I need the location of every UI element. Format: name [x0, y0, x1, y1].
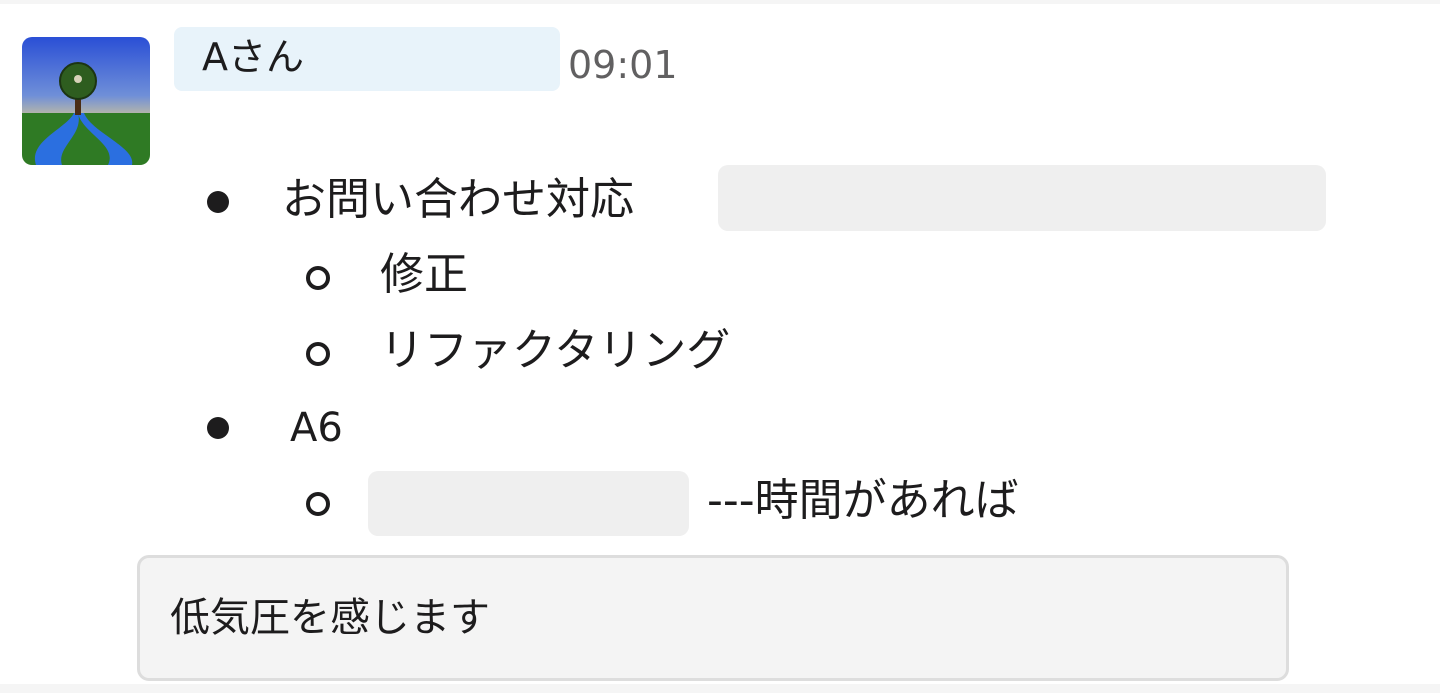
list-item-text: A6 — [290, 405, 343, 451]
quote-block: 低気圧を感じます — [137, 555, 1289, 681]
sub-bullet-dot — [306, 266, 330, 290]
chat-message: Aさん 09:01 お問い合わせ対応 修正 リファクタリング A6 ---時間が… — [0, 4, 1440, 684]
list-item-text: お問い合わせ対応 — [282, 174, 634, 225]
list-subitem-text: ---時間があれば — [707, 475, 1019, 526]
sub-bullet-dot — [306, 342, 330, 366]
user-avatar[interactable] — [22, 37, 150, 165]
message-timestamp[interactable]: 09:01 — [568, 42, 678, 88]
list-subitem-text: 修正 — [380, 249, 468, 300]
sub-bullet-dot — [306, 492, 330, 516]
bullet-dot — [207, 417, 229, 439]
bullet-dot — [207, 191, 229, 213]
sender-name[interactable]: Aさん — [174, 27, 560, 91]
redacted-block — [368, 471, 689, 536]
redacted-block — [718, 165, 1326, 231]
list-subitem-text: リファクタリング — [380, 325, 731, 376]
tree-landscape-icon — [22, 37, 150, 165]
